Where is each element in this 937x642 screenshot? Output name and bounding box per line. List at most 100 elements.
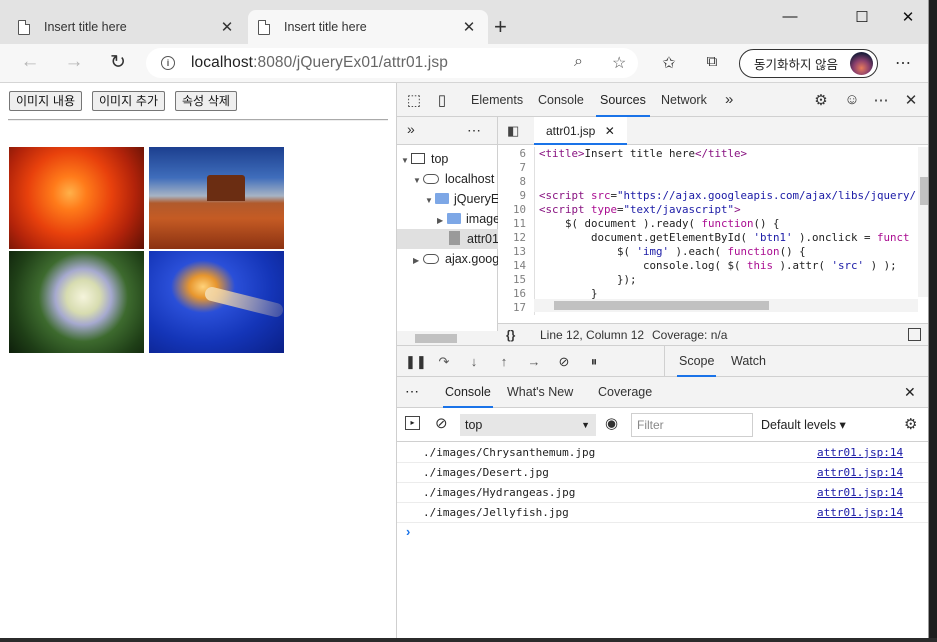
pause-on-exceptions-icon[interactable]: ⏸ <box>585 354 603 370</box>
code-line[interactable]: 6 <title>Insert title here</title> <box>498 147 918 161</box>
info-icon[interactable]: i <box>161 56 175 70</box>
browser-tab-2[interactable]: Insert title here ✕ <box>248 10 488 44</box>
refresh-icon[interactable]: ↻ <box>106 51 130 74</box>
editor-vertical-scrollbar[interactable] <box>918 147 928 297</box>
line-number[interactable]: 8 <box>498 175 534 189</box>
log-levels-dropdown[interactable]: Default levels ▾ <box>761 414 846 436</box>
console-settings-gear-icon[interactable]: ⚙ <box>904 415 917 433</box>
profile-sync-button[interactable]: 동기화하지 않음 <box>739 49 878 78</box>
log-source-link[interactable]: attr01.jsp:14 <box>817 443 903 463</box>
inspect-element-icon[interactable]: ⬚ <box>405 91 423 109</box>
log-source-link[interactable]: attr01.jsp:14 <box>817 463 903 483</box>
expand-arrow-icon[interactable]: ▶ <box>437 211 447 229</box>
close-drawer-icon[interactable]: ✕ <box>904 384 916 401</box>
close-tab-icon[interactable]: ✕ <box>460 18 478 36</box>
scrollbar-thumb[interactable] <box>554 301 769 310</box>
tree-item-attr01-jsp[interactable]: attr01.jsp <box>397 229 498 249</box>
tab-scope[interactable]: Scope <box>677 346 717 377</box>
tab-elements[interactable]: Elements <box>467 83 527 117</box>
code-line[interactable]: 7 <box>498 161 918 175</box>
favorite-star-icon[interactable]: ☆ <box>612 53 626 73</box>
line-number[interactable]: 15 <box>498 273 534 287</box>
context-select[interactable]: top ▼ <box>460 414 596 436</box>
navigator-scrollbar[interactable] <box>397 331 498 345</box>
live-expression-eye-icon[interactable]: ◉ <box>605 414 618 432</box>
feedback-icon[interactable]: ☺ <box>843 91 861 108</box>
tab-sources[interactable]: Sources <box>596 83 650 117</box>
tab-whats-new[interactable]: What's New <box>505 377 575 408</box>
browser-tab-1[interactable]: Insert title here ✕ <box>8 10 246 44</box>
line-number[interactable]: 13 <box>498 245 534 259</box>
code-line[interactable]: 12 document.getElementById( 'btn1' ).onc… <box>498 231 918 245</box>
minimize-button[interactable]: — <box>775 8 805 25</box>
line-number[interactable]: 7 <box>498 161 534 175</box>
tab-watch[interactable]: Watch <box>729 346 768 377</box>
tab-coverage[interactable]: Coverage <box>596 377 654 408</box>
url-text[interactable]: localhost:8080/jQueryEx01/attr01.jsp <box>191 54 448 72</box>
code-line[interactable]: 8 <box>498 175 918 189</box>
attribute-remove-button[interactable]: 속성 삭제 <box>175 91 237 111</box>
step-into-icon[interactable]: ↓ <box>465 354 483 369</box>
code-line[interactable]: 11 $( document ).ready( function() { <box>498 217 918 231</box>
collapse-arrow-icon[interactable]: ▼ <box>425 191 435 209</box>
code-line[interactable]: 15 }); <box>498 273 918 287</box>
collapse-arrow-icon[interactable]: ▼ <box>401 151 411 169</box>
line-number[interactable]: 10 <box>498 203 534 217</box>
line-number[interactable]: 6 <box>498 147 534 161</box>
log-source-link[interactable]: attr01.jsp:14 <box>817 503 903 523</box>
log-source-link[interactable]: attr01.jsp:14 <box>817 483 903 503</box>
toggle-debugger-icon[interactable] <box>908 328 921 341</box>
favorites-list-icon[interactable]: ✩ <box>657 53 681 73</box>
tree-item-jqueryex01[interactable]: ▼jQueryEx01 <box>397 189 498 209</box>
deactivate-breakpoints-icon[interactable]: ⊘ <box>555 354 573 370</box>
line-number[interactable]: 9 <box>498 189 534 203</box>
code-line[interactable]: 9 <script src="https://ajax.googleapis.co… <box>498 189 918 203</box>
pretty-print-icon[interactable]: {} <box>506 324 515 346</box>
tree-item-images[interactable]: ▶images <box>397 209 498 229</box>
collections-icon[interactable]: ⧉ <box>700 53 724 70</box>
close-devtools-icon[interactable]: ✕ <box>902 91 920 109</box>
step-icon[interactable]: → <box>525 354 543 369</box>
settings-more-icon[interactable]: ⋯ <box>895 53 912 73</box>
tab-network[interactable]: Network <box>657 83 711 117</box>
close-window-button[interactable]: ✕ <box>893 8 923 26</box>
line-number[interactable]: 16 <box>498 287 534 301</box>
tab-console[interactable]: Console <box>534 83 588 117</box>
step-out-icon[interactable]: ↑ <box>495 354 513 369</box>
close-tab-icon[interactable]: ✕ <box>218 18 236 36</box>
device-toolbar-icon[interactable]: ▯ <box>433 91 451 109</box>
collapse-arrow-icon[interactable]: ▼ <box>413 171 423 189</box>
tab-drawer-console[interactable]: Console <box>443 377 493 408</box>
code-line[interactable]: 14 console.log( $( this ).attr( 'src' ) … <box>498 259 918 273</box>
line-number[interactable]: 14 <box>498 259 534 273</box>
customize-more-icon[interactable]: ⋯ <box>872 91 890 109</box>
navigator-menu-icon[interactable]: ⋯ <box>467 122 481 139</box>
console-prompt[interactable]: › <box>406 524 410 539</box>
pause-icon[interactable]: ❚❚ <box>405 354 427 370</box>
image-content-button[interactable]: 이미지 내용 <box>9 91 83 111</box>
more-tabs-icon[interactable]: » <box>721 83 737 117</box>
scrollbar-thumb[interactable] <box>920 177 928 205</box>
code-line[interactable]: 13 $( 'img' ).each( function() { <box>498 245 918 259</box>
new-tab-button[interactable]: + <box>494 14 507 40</box>
toggle-navigator-icon[interactable]: ◧ <box>507 123 519 139</box>
forward-arrow-icon[interactable]: → <box>62 51 86 73</box>
editor-horizontal-scrollbar[interactable] <box>534 299 918 312</box>
code-line[interactable]: 10 <script type="text/javascript"> <box>498 203 918 217</box>
show-sidebar-icon[interactable]: ▸ <box>405 416 420 430</box>
filter-input[interactable]: Filter <box>631 413 753 437</box>
line-number[interactable]: 17 <box>498 301 534 315</box>
image-add-button[interactable]: 이미지 추가 <box>92 91 166 111</box>
editor-file-tab[interactable]: attr01.jsp ✕ <box>534 117 627 145</box>
tree-item-ajax-googleapis[interactable]: ▶ajax.googleapis.com <box>397 249 498 269</box>
line-number[interactable]: 12 <box>498 231 534 245</box>
scrollbar-thumb[interactable] <box>415 334 457 343</box>
step-over-icon[interactable]: ↷ <box>435 354 453 370</box>
code-area[interactable]: 6 <title>Insert title here</title> 7 8 9 <scr… <box>498 147 918 317</box>
zoom-search-icon[interactable]: ⌕ <box>574 53 583 71</box>
close-file-icon[interactable]: ✕ <box>605 124 615 138</box>
drawer-menu-icon[interactable]: ⋯ <box>405 383 419 400</box>
back-arrow-icon[interactable]: ← <box>18 51 42 73</box>
more-sections-icon[interactable]: » <box>407 121 415 137</box>
settings-gear-icon[interactable]: ⚙ <box>812 91 830 109</box>
